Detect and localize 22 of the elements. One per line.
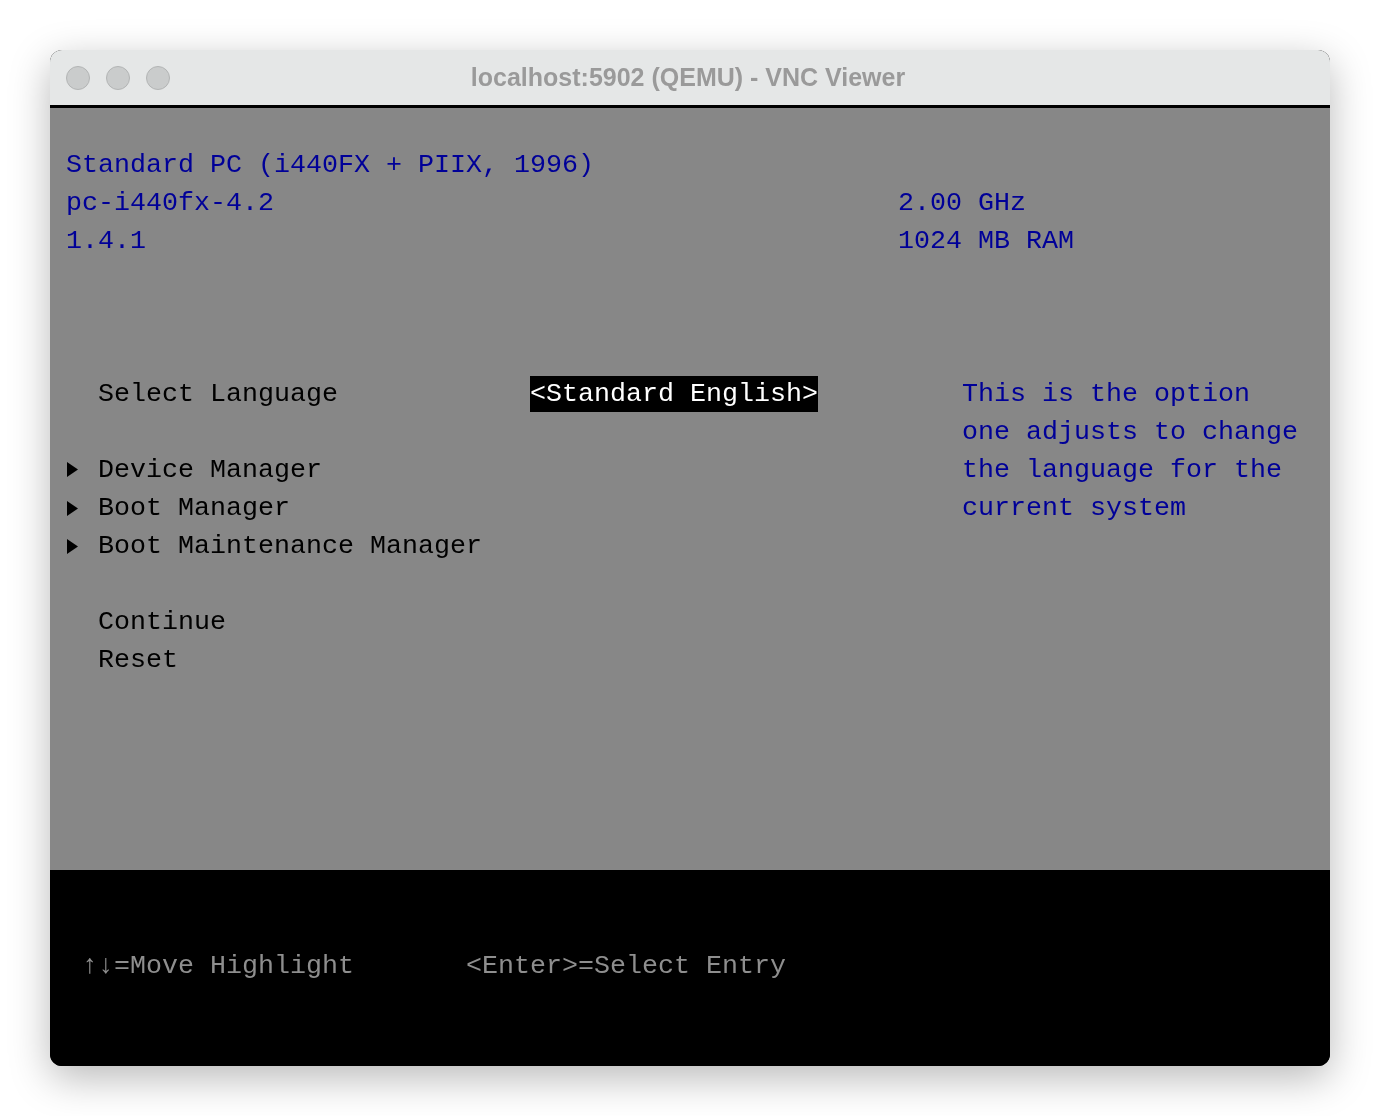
menu-item[interactable]: Boot Manager	[66, 488, 290, 528]
menu-item[interactable]: Boot Maintenance Manager	[66, 527, 482, 566]
triangle-icon	[67, 462, 78, 478]
menu-item[interactable]: Continue	[98, 603, 226, 642]
system-info-text: 1.4.1	[66, 226, 146, 257]
option-value[interactable]: <Standard English>	[530, 375, 818, 412]
menu-item[interactable]: Reset	[98, 641, 178, 680]
triangle-icon	[67, 500, 78, 516]
minimize-button[interactable]	[106, 65, 130, 90]
key-hint: <Enter>=Select Entry	[466, 951, 786, 981]
window-title: localhost:5902 (QEMU) - VNC Viewer	[470, 61, 906, 93]
key-hint: ↑↓=Move Highlight	[82, 951, 354, 981]
triangle-icon	[67, 538, 78, 554]
system-info-text: Standard PC (i440FX + PIIX, 1996)	[66, 150, 594, 181]
menu-option-label[interactable]: Select Language	[98, 374, 530, 413]
hardware-info-text: 2.00 GHz	[898, 187, 1026, 221]
system-info-text: pc-i440fx-4.2	[66, 188, 274, 219]
hardware-info-text: 1024 MB RAM	[898, 225, 1074, 259]
zoom-button[interactable]	[146, 65, 170, 90]
help-text: This is the option one adjusts to change the language for the current system	[962, 377, 1299, 525]
close-button[interactable]	[66, 65, 90, 90]
menu-item[interactable]: Device Manager	[66, 450, 322, 489]
